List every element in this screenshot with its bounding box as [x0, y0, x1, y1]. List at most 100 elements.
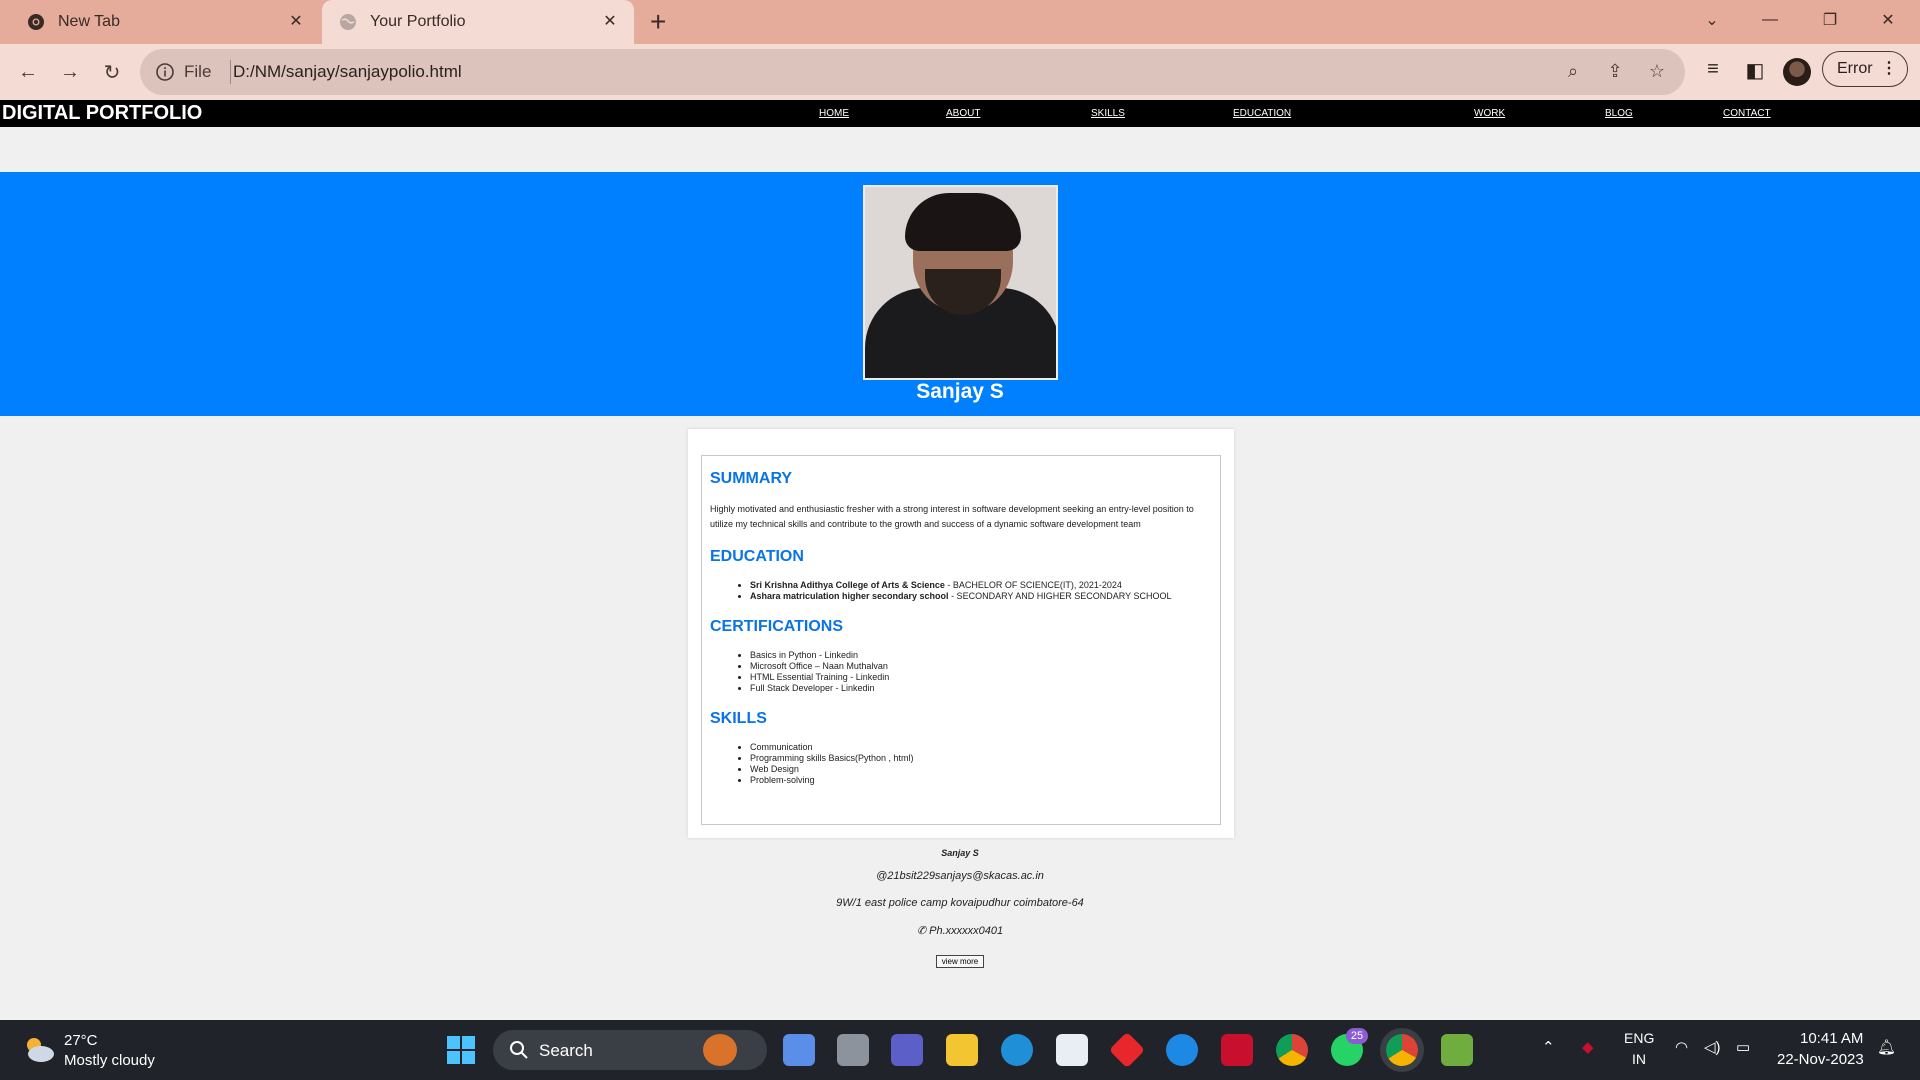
nav-about[interactable]: ABOUT — [946, 108, 980, 119]
reading-list-icon[interactable]: ≡ — [1699, 58, 1727, 86]
list-item: Programming skills Basics(Python , html) — [750, 753, 1212, 764]
profile-error-button[interactable]: Error ⋮ — [1822, 51, 1908, 87]
volume-icon[interactable]: ◁) — [1704, 1038, 1721, 1056]
list-item: Communication — [750, 742, 1212, 753]
taskbar: 27°C Mostly cloudy Search 25 ⌃ ◆ ENG IN … — [0, 1020, 1920, 1080]
clock-date[interactable]: 22-Nov-2023 — [1777, 1051, 1864, 1068]
url-text[interactable]: D:/NM/sanjay/sanjaypolio.html — [233, 62, 462, 82]
menu-dots-icon: ⋮ — [1881, 60, 1897, 77]
weather-condition[interactable]: Mostly cloudy — [64, 1052, 155, 1069]
new-tab-button[interactable]: + — [650, 8, 666, 36]
wifi-icon[interactable]: ◠ — [1675, 1038, 1688, 1056]
tab-title: New Tab — [58, 13, 120, 30]
image-viewer-icon[interactable] — [1441, 1034, 1473, 1066]
list-item: Microsoft Office – Naan Muthalvan — [750, 661, 1212, 672]
footer-address: 9W/1 east police camp kovaipudhur coimba… — [836, 897, 1084, 909]
microsoft-store-icon[interactable] — [1056, 1034, 1088, 1066]
clock-time[interactable]: 10:41 AM — [1800, 1030, 1863, 1047]
taskbar-search[interactable]: Search — [493, 1030, 767, 1070]
nav-contact[interactable]: CONTACT — [1723, 108, 1771, 119]
search-highlight-icon — [703, 1034, 737, 1066]
task-view-icon[interactable] — [837, 1034, 869, 1066]
page-viewport: DIGITAL PORTFOLIO HOME ABOUT SKILLS EDUC… — [0, 100, 1920, 1020]
list-item: Sri Krishna Adithya College of Arts & Sc… — [750, 580, 1212, 591]
cloudy-weather-icon[interactable] — [22, 1034, 56, 1064]
list-item: HTML Essential Training - Linkedin — [750, 672, 1212, 683]
search-label: Search — [539, 1041, 593, 1060]
mcafee-icon[interactable] — [1221, 1034, 1253, 1066]
site-brand: DIGITAL PORTFOLIO — [2, 102, 203, 124]
nav-education[interactable]: EDUCATION — [1233, 108, 1291, 119]
tab-new-tab[interactable]: New Tab ✕ — [0, 0, 320, 44]
skills-list: Communication Programming skills Basics(… — [750, 742, 1212, 786]
file-explorer-icon[interactable] — [946, 1034, 978, 1066]
school-name: Sri Krishna Adithya College of Arts & Sc… — [750, 580, 945, 590]
reload-button[interactable]: ↻ — [96, 56, 128, 88]
mcafee-tray-icon[interactable]: ◆ — [1582, 1038, 1594, 1056]
close-tab-icon[interactable]: ✕ — [286, 12, 306, 32]
summary-heading: SUMMARY — [710, 470, 793, 487]
hero-banner: Sanjay S — [0, 172, 1920, 416]
degree-detail: - BACHELOR OF SCIENCE(IT), 2021-2024 — [944, 580, 1122, 590]
notification-bell-icon[interactable]: 🔔︎ — [1877, 1038, 1896, 1056]
degree-detail: - SECONDARY AND HIGHER SECONDARY SCHOOL — [948, 591, 1172, 601]
copilot-icon[interactable] — [783, 1034, 815, 1066]
resume-card: SUMMARY Highly motivated and enthusiasti… — [688, 429, 1234, 838]
show-hidden-icons-icon[interactable]: ⌃ — [1542, 1038, 1555, 1056]
language-indicator[interactable]: ENG — [1624, 1030, 1654, 1046]
restore-button[interactable]: ❐ — [1802, 0, 1858, 40]
hero-name: Sanjay S — [916, 380, 1004, 403]
scheme-label: File — [184, 62, 212, 81]
summary-text: Highly motivated and enthusiastic freshe… — [710, 504, 1194, 529]
school-name: Ashara matriculation higher secondary sc… — [750, 591, 949, 601]
windows-start-icon[interactable] — [447, 1036, 475, 1064]
page-footer: Sanjay S @21bsit229sanjays@skacas.ac.in … — [0, 848, 1920, 969]
close-window-button[interactable]: ✕ — [1860, 0, 1916, 40]
nav-work[interactable]: WORK — [1474, 108, 1505, 119]
edge-icon[interactable] — [1001, 1034, 1033, 1066]
nav-home[interactable]: HOME — [819, 108, 849, 119]
share-icon[interactable]: ⇪ — [1603, 61, 1627, 85]
nav-skills[interactable]: SKILLS — [1091, 108, 1125, 119]
list-item: Web Design — [750, 764, 1212, 775]
notification-badge: 25 — [1346, 1028, 1368, 1044]
chrome-active-icon[interactable] — [1386, 1034, 1418, 1066]
view-more-button[interactable]: view more — [935, 955, 985, 968]
side-panel-icon[interactable]: ◧ — [1741, 58, 1769, 86]
address-bar[interactable]: File D:/NM/sanjay/sanjaypolio.html ⌕ ⇪ ☆ — [140, 49, 1685, 95]
browser-toolbar: ← → ↻ File D:/NM/sanjay/sanjaypolio.html… — [0, 44, 1920, 100]
region-indicator[interactable]: IN — [1632, 1051, 1646, 1067]
profile-error-label: Error — [1837, 60, 1873, 77]
nav-blog[interactable]: BLOG — [1605, 108, 1633, 119]
tab-strip: New Tab ✕ Your Portfolio ✕ + ⌄ — ❐ ✕ — [0, 0, 1920, 44]
zoom-icon[interactable]: ⌕ — [1561, 61, 1585, 85]
list-item: Full Stack Developer - Linkedin — [750, 683, 1212, 694]
battery-icon[interactable]: ▭ — [1736, 1038, 1750, 1056]
minimize-button[interactable]: — — [1742, 0, 1798, 40]
globe-icon — [338, 12, 358, 32]
weather-temperature[interactable]: 27°C — [64, 1032, 98, 1049]
help-icon[interactable] — [1166, 1034, 1198, 1066]
footer-phone: ✆ Ph.xxxxxx0401 — [916, 925, 1004, 937]
tab-your-portfolio[interactable]: Your Portfolio ✕ — [322, 0, 634, 44]
list-item: Basics in Python - Linkedin — [750, 650, 1212, 661]
forward-button[interactable]: → — [54, 56, 86, 88]
tab-search-icon[interactable]: ⌄ — [1684, 0, 1740, 40]
anydesk-icon[interactable] — [1108, 1031, 1146, 1069]
chrome-icon — [26, 12, 46, 32]
search-icon — [510, 1041, 528, 1059]
chrome-taskbar-icon[interactable] — [1276, 1034, 1308, 1066]
education-list: Sri Krishna Adithya College of Arts & Sc… — [750, 580, 1212, 602]
footer-name: Sanjay S — [941, 848, 979, 858]
avatar[interactable] — [1783, 58, 1811, 86]
education-heading: EDUCATION — [710, 548, 804, 565]
teams-icon[interactable] — [891, 1034, 923, 1066]
list-item: Problem-solving — [750, 775, 1212, 786]
info-icon[interactable] — [154, 61, 176, 83]
bookmark-star-icon[interactable]: ☆ — [1645, 61, 1669, 85]
site-navbar: DIGITAL PORTFOLIO HOME ABOUT SKILLS EDUC… — [0, 100, 1920, 127]
close-tab-icon[interactable]: ✕ — [600, 12, 620, 32]
profile-photo — [863, 185, 1058, 380]
list-item: Ashara matriculation higher secondary sc… — [750, 591, 1212, 602]
back-button[interactable]: ← — [12, 56, 44, 88]
